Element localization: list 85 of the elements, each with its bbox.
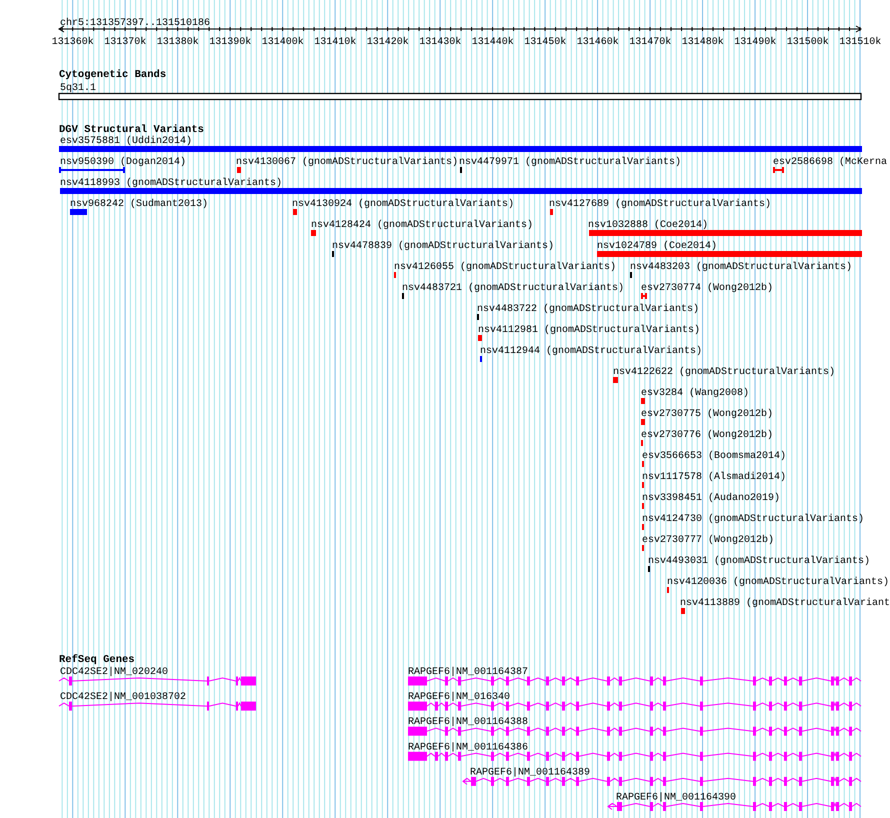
variant-bar[interactable] (641, 398, 645, 404)
variant-label: nsv4118993 (gnomADStructuralVariants) (60, 178, 282, 189)
variant-label: nsv4122622 (gnomADStructuralVariants) (613, 367, 836, 378)
variant-label: nsv1117578 (Alsmadi2014) (642, 472, 786, 483)
gene-model[interactable] (58, 702, 256, 711)
gene-label: RAPGEF6|NM_001164386 (408, 742, 528, 754)
variant-label: esv2730774 (Wong2012b) (641, 283, 774, 294)
tick-label: 131400k (262, 37, 304, 48)
variant-label: nsv4127689 (gnomADStructuralVariants) (549, 199, 772, 210)
variant-label: nsv4483203 (gnomADStructuralVariants) (630, 262, 852, 273)
variant-label: nsv4128424 (gnomADStructuralVariants) (311, 220, 534, 231)
variant-span[interactable] (641, 293, 647, 299)
gene-model[interactable] (462, 776, 862, 786)
tick-label: 131480k (682, 37, 724, 48)
variant-label: esv2730775 (Wong2012b) (641, 409, 774, 420)
track-title: DGV Structural Variants (59, 124, 204, 136)
variant-label: nsv968242 (Sudmant2013) (70, 199, 208, 210)
tick-label: 131450k (524, 37, 566, 48)
variant-bar[interactable] (550, 209, 553, 215)
band-label: 5q31.1 (60, 83, 96, 94)
variant-bar[interactable] (681, 608, 685, 614)
track-title: Cytogenetic Bands (59, 69, 166, 81)
tick-label: 131390k (209, 37, 252, 48)
track-title: RefSeq Genes (59, 654, 135, 666)
gene-label: CDC42SE2|NM_020240 (60, 667, 168, 678)
tick-label: 131490k (734, 37, 776, 48)
variant-label: nsv1032888 (Coe2014) (588, 220, 708, 231)
variant-label: nsv950390 (Dogan2014) (60, 157, 186, 168)
variant-label: nsv4124730 (gnomADStructuralVariants) (642, 514, 864, 525)
tick-label: 131440k (472, 37, 514, 48)
gene-label: RAPGEF6|NM_001164387 (408, 667, 528, 678)
variant-bar[interactable] (589, 230, 862, 236)
variant-label: nsv4483722 (gnomADStructuralVariants) (477, 304, 700, 315)
variant-bar[interactable] (311, 230, 316, 236)
tick-label: 131370k (104, 37, 146, 48)
gene-model[interactable] (408, 726, 862, 736)
tick-label: 131470k (629, 37, 672, 48)
gene-label: RAPGEF6|NM_001164388 (408, 717, 528, 728)
tick-label: 131510k (839, 37, 882, 48)
tick-label: 131360k (52, 37, 94, 48)
variant-label: nsv4483721 (gnomADStructuralVariants) (402, 283, 624, 294)
variant-label: nsv4113889 (gnomADStructuralVariant (680, 598, 890, 609)
tick-label: 131430k (419, 37, 462, 48)
location-label: chr5:131357397..131510186 (60, 18, 210, 29)
gene-model[interactable] (408, 702, 862, 711)
variant-label: nsv4112944 (gnomADStructuralVariants) (480, 346, 702, 357)
variant-label: esv2730776 (Wong2012b) (641, 430, 774, 441)
gene-label: CDC42SE2|NM_001038702 (60, 692, 186, 704)
variant-label: nsv4126055 (gnomADStructuralVariants) (394, 262, 616, 273)
variant-label: esv2730777 (Wong2012b) (642, 535, 774, 546)
gene-model[interactable] (408, 676, 862, 686)
tick-label: 131410k (314, 37, 356, 48)
variant-label: esv3566653 (Boomsma2014) (642, 451, 786, 462)
variant-label: nsv4130924 (gnomADStructuralVariants) (292, 199, 514, 210)
variant-bar[interactable] (59, 146, 862, 152)
variant-label: nsv4478839 (gnomADStructuralVariants) (332, 241, 554, 252)
variant-label: esv3575881 (Uddin2014) (60, 136, 192, 147)
variant-label: nsv4120036 (gnomADStructuralVariants) (667, 577, 890, 588)
variant-bar[interactable] (597, 251, 862, 257)
variant-label: esv3284 (Wang2008) (641, 388, 750, 399)
variant-label: nsv4112981 (gnomADStructuralVariants) (478, 325, 700, 336)
variant-label: esv2586698 (McKerna (773, 157, 888, 168)
variant-label: nsv4493031 (gnomADStructuralVariants) (648, 556, 870, 567)
gene-label: RAPGEF6|NM_001164390 (616, 792, 736, 804)
tick-label: 131500k (786, 37, 829, 48)
tick-label: 131380k (156, 37, 199, 48)
variant-bar[interactable] (60, 188, 862, 194)
variant-span[interactable] (59, 167, 125, 173)
variant-bar[interactable] (237, 167, 241, 173)
variant-label: nsv4479971 (gnomADStructuralVariants) (459, 157, 682, 168)
variant-label: nsv1024789 (Coe2014) (597, 241, 718, 252)
gene-label: RAPGEF6|NM_001164389 (470, 767, 590, 778)
variant-bar[interactable] (293, 209, 297, 215)
variant-label: nsv4130067 (gnomADStructuralVariants) (236, 157, 458, 168)
gene-model[interactable] (607, 802, 862, 811)
tick-label: 131420k (366, 37, 409, 48)
variant-label: nsv3398451 (Audano2019) (642, 493, 780, 504)
gene-label: RAPGEF6|NM_016340 (408, 692, 510, 704)
variant-bar[interactable] (70, 209, 87, 215)
variant-bar[interactable] (478, 335, 482, 341)
gene-model[interactable] (58, 676, 256, 686)
variant-span[interactable] (773, 167, 784, 173)
variant-bar[interactable] (613, 377, 618, 383)
gene-model[interactable] (408, 752, 862, 761)
tick-label: 131460k (576, 37, 619, 48)
